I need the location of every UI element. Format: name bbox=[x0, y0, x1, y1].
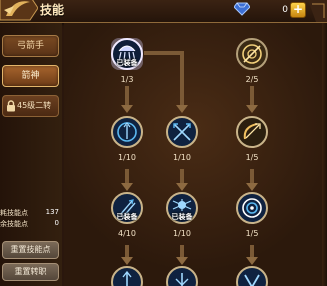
remaining-points-value: 0 bbox=[54, 219, 59, 227]
spent-points-value: 137 bbox=[45, 208, 59, 216]
skill-node-partial-middle[interactable] bbox=[165, 265, 199, 286]
class-sidebar: 弓箭手 箭神 45级二转 耗技能点 137 余技能点 0 重置技能点 重置转职 bbox=[0, 23, 62, 286]
skill-level-spider-trap: 1/10 bbox=[173, 229, 191, 238]
arrow-down-icon bbox=[166, 266, 198, 286]
spent-points-label: 耗技能点 bbox=[0, 209, 28, 217]
remaining-points-label: 余技能点 bbox=[0, 220, 28, 228]
equipped-badge: 已装备 bbox=[116, 59, 138, 67]
skill-node-target-lock[interactable] bbox=[235, 37, 269, 71]
reset-job-button[interactable]: 重置转职 bbox=[2, 263, 59, 281]
crest-ornament-icon bbox=[0, 0, 38, 21]
target-slash-icon bbox=[236, 38, 268, 70]
skill-node-bullseye[interactable] bbox=[235, 191, 269, 225]
lock-icon bbox=[7, 100, 15, 112]
equipped-badge: 已装备 bbox=[171, 213, 193, 221]
skill-node-partial-right[interactable] bbox=[235, 265, 269, 286]
currency-value: 0 bbox=[282, 5, 288, 15]
skill-node-multi-shot[interactable]: 已装备 bbox=[110, 191, 144, 225]
skill-node-bow-shot[interactable] bbox=[235, 115, 269, 149]
page-title: 技能 bbox=[40, 3, 65, 17]
crossed-arrows-icon bbox=[166, 116, 198, 148]
skill-node-cross-arrows[interactable] bbox=[165, 115, 199, 149]
arrow-up-icon bbox=[111, 266, 143, 286]
corner-ornament-icon bbox=[308, 0, 327, 22]
top-bar: 技能 0 + bbox=[0, 0, 327, 23]
skill-node-partial-left[interactable] bbox=[110, 265, 144, 286]
skill-level-bow-shot: 1/5 bbox=[245, 153, 259, 162]
add-currency-button[interactable]: + bbox=[290, 2, 306, 18]
bullseye-icon bbox=[236, 192, 268, 224]
skill-level-rain-arrow: 1/3 bbox=[120, 75, 134, 84]
skill-node-clock-arrow[interactable] bbox=[110, 115, 144, 149]
right-frame bbox=[322, 23, 327, 286]
tab-archer[interactable]: 弓箭手 bbox=[2, 35, 59, 57]
skill-level-clock-arrow: 1/10 bbox=[118, 153, 136, 162]
tab-arrow-god[interactable]: 箭神 bbox=[2, 65, 59, 87]
skill-node-spider-trap[interactable]: 已装备 bbox=[165, 191, 199, 225]
clock-icon bbox=[111, 116, 143, 148]
gem-icon bbox=[234, 2, 250, 16]
locked-class-label: 45级二转 bbox=[17, 101, 52, 110]
skill-level-cross-arrows: 1/10 bbox=[173, 153, 191, 162]
skill-tree: 已装备 1/3 2/5 1/10 1/10 1/5 已装备 4/10 已装备 1… bbox=[64, 23, 327, 286]
bow-arrow-icon bbox=[236, 116, 268, 148]
reset-skill-points-button[interactable]: 重置技能点 bbox=[2, 241, 59, 259]
equipped-badge: 已装备 bbox=[116, 213, 138, 221]
locked-class-tab[interactable]: 45级二转 bbox=[2, 95, 59, 117]
skill-node-rain-arrow[interactable]: 已装备 bbox=[110, 37, 144, 71]
chevron-down-icon bbox=[236, 266, 268, 286]
skill-level-target-lock: 2/5 bbox=[245, 75, 259, 84]
skill-level-bullseye: 1/5 bbox=[245, 229, 259, 238]
skill-level-multi-shot: 4/10 bbox=[118, 229, 136, 238]
